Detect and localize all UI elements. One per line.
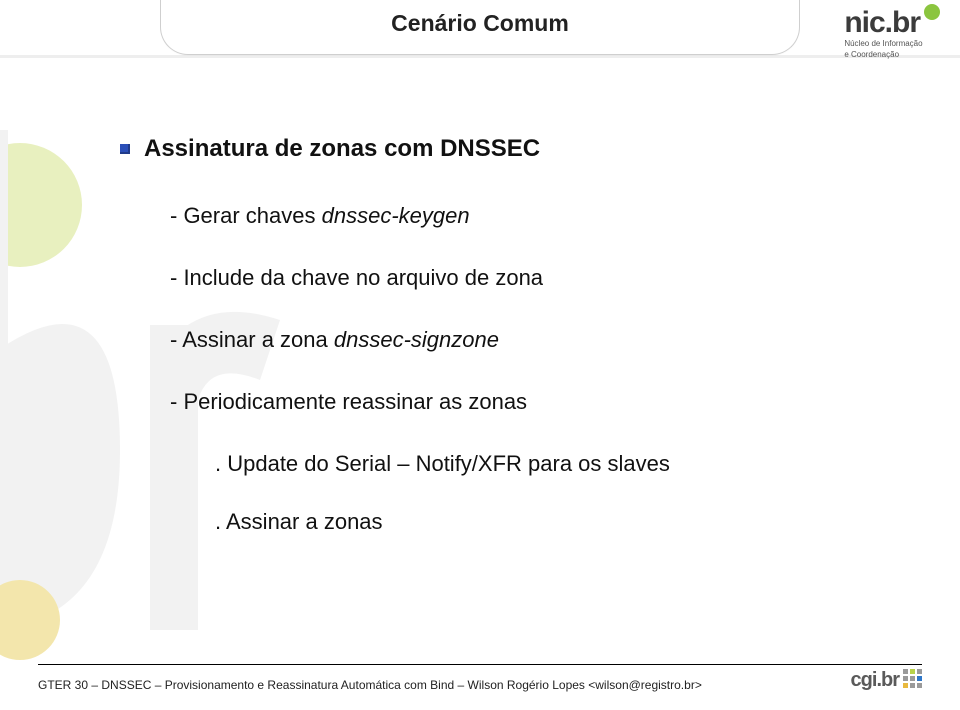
footer-text: GTER 30 – DNSSEC – Provisionamento e Rea… <box>38 678 702 692</box>
bullet-icon <box>120 144 130 154</box>
content-line-2: - Include da chave no arquivo de zona <box>170 265 850 291</box>
cgi-logo: cgi.br <box>851 669 922 692</box>
nic-logo-sub1: Núcleo de Informação <box>844 40 940 49</box>
cgi-logo-grid-icon <box>903 669 922 688</box>
title-tab: Cenário Comum <box>160 0 800 55</box>
nic-logo-dot-icon <box>924 4 940 20</box>
content-line-4: - Periodicamente reassinar as zonas <box>170 389 850 415</box>
content-line-1: - Gerar chaves dnssec-keygen <box>170 203 850 229</box>
nic-logo: nic.br Núcleo de Informação e Coordenaçã… <box>844 8 940 60</box>
header: Cenário Comum nic.br Núcleo de Informaçã… <box>0 0 960 80</box>
content-line-3-em: dnssec-signzone <box>334 327 499 352</box>
nic-logo-text: nic.br <box>844 8 920 38</box>
slide-content: Assinatura de zonas com DNSSEC - Gerar c… <box>0 80 960 535</box>
header-divider <box>0 55 960 58</box>
nic-logo-sub2: e Coordenação <box>844 51 940 60</box>
content-line-1-em: dnssec-keygen <box>322 203 470 228</box>
bullet-heading-row: Assinatura de zonas com DNSSEC <box>120 135 850 163</box>
content-subline-1: . Update do Serial – Notify/XFR para os … <box>215 451 850 477</box>
content-line-3-text: - Assinar a zona <box>170 327 334 352</box>
content-heading: Assinatura de zonas com DNSSEC <box>144 135 540 163</box>
page-title: Cenário Comum <box>161 0 799 37</box>
cgi-logo-text: cgi.br <box>851 669 899 692</box>
content-line-1-text: - Gerar chaves <box>170 203 322 228</box>
content-line-3: - Assinar a zona dnssec-signzone <box>170 327 850 353</box>
footer: GTER 30 – DNSSEC – Provisionamento e Rea… <box>38 664 922 692</box>
content-subline-2: . Assinar a zonas <box>215 509 850 535</box>
